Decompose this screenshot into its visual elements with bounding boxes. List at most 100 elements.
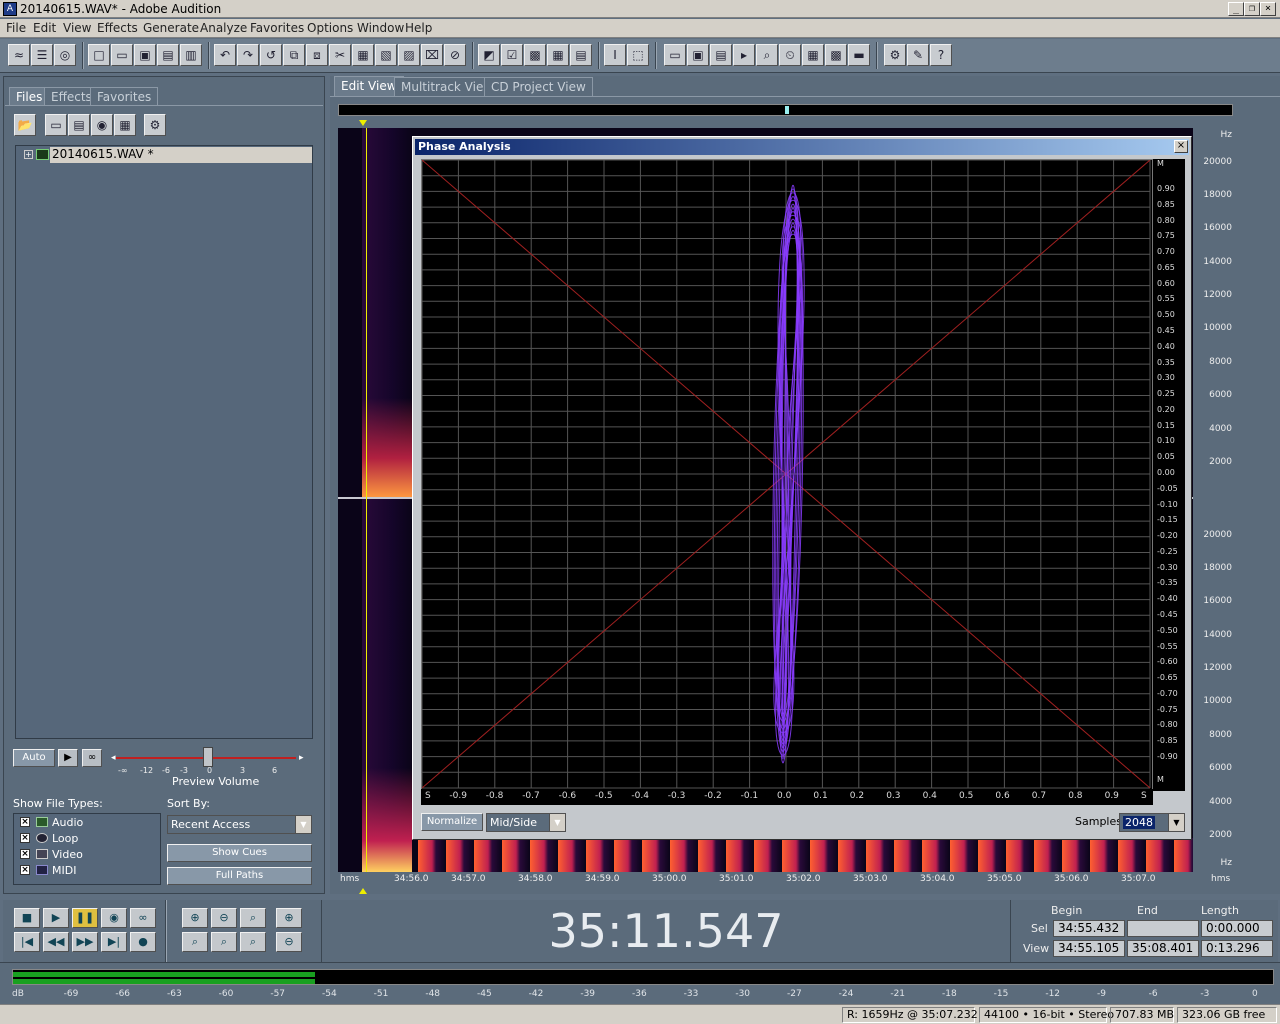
zoom-out-vertical-icon[interactable]: ⊖ <box>276 932 302 952</box>
cursor-marker-icon[interactable] <box>359 120 367 126</box>
extract-audio-icon[interactable]: ◉ <box>91 114 113 136</box>
zoom-selection-icon[interactable]: ⌕ <box>182 932 208 952</box>
window-8-icon[interactable]: ▩ <box>825 44 847 66</box>
full-paths-button[interactable]: Full Paths <box>167 867 312 885</box>
menu-view[interactable]: View <box>63 21 91 35</box>
dialog-close-button[interactable]: × <box>1174 140 1188 153</box>
view-end-field[interactable]: 35:08.401 <box>1127 940 1199 957</box>
audio-checkbox[interactable]: × <box>20 817 30 827</box>
expand-icon[interactable]: + <box>24 150 33 159</box>
menu-edit[interactable]: Edit <box>33 21 56 35</box>
sel-end-field[interactable] <box>1127 920 1199 937</box>
open-file-icon[interactable]: ▭ <box>111 44 133 66</box>
menu-file[interactable]: File <box>6 21 26 35</box>
edit-view-icon[interactable]: ≈ <box>8 44 30 66</box>
normalize-button[interactable]: Normalize <box>421 813 483 831</box>
save-as-icon[interactable]: ▤ <box>157 44 179 66</box>
import-icon[interactable]: ▭ <box>45 114 67 136</box>
go-to-end-button[interactable]: ▶| <box>101 932 127 952</box>
paste-icon[interactable]: ▦ <box>352 44 374 66</box>
open-file-icon[interactable]: 📂 <box>14 114 36 136</box>
play-to-end-button[interactable]: ◉ <box>101 908 127 928</box>
window-7-icon[interactable]: ▦ <box>802 44 824 66</box>
chevron-down-icon[interactable]: ▼ <box>549 814 565 831</box>
menu-analyze[interactable]: Analyze <box>200 21 247 35</box>
audition-icon[interactable]: A <box>3 2 17 16</box>
chevron-down-icon[interactable]: ▼ <box>1168 814 1184 831</box>
overview-viewport[interactable] <box>785 106 789 114</box>
window-1-icon[interactable]: ▭ <box>664 44 686 66</box>
marquee-icon[interactable]: ⬚ <box>627 44 649 66</box>
paste-new-icon[interactable]: ▧ <box>375 44 397 66</box>
repeat-icon[interactable]: ↺ <box>260 44 282 66</box>
redo-icon[interactable]: ↷ <box>237 44 259 66</box>
multitrack-view-icon[interactable]: ☰ <box>31 44 53 66</box>
mode-select[interactable]: Mid/Side ▼ <box>486 813 566 832</box>
window-4-icon[interactable]: ▸ <box>733 44 755 66</box>
copy-icon[interactable]: ⧉ <box>283 44 305 66</box>
new-file-icon[interactable]: □ <box>88 44 110 66</box>
window-9-icon[interactable]: ▬ <box>848 44 870 66</box>
time-ruler[interactable]: hms 34:56.0 34:57.0 34:58.0 34:59.0 35:0… <box>338 872 1235 888</box>
help-icon[interactable]: ? <box>930 44 952 66</box>
options-icon[interactable]: ⚙ <box>144 114 166 136</box>
file-item[interactable]: 20140615.WAV * <box>50 147 312 163</box>
dialog-title-bar[interactable]: Phase Analysis <box>415 139 1189 155</box>
view-length-field[interactable]: 0:13.296 <box>1201 940 1273 957</box>
pause-button[interactable]: ❚❚ <box>72 908 98 928</box>
trim-icon[interactable]: ⌧ <box>421 44 443 66</box>
play-preview-icon[interactable]: ▶ <box>58 749 78 767</box>
tab-cd-project-view[interactable]: CD Project View <box>484 77 593 97</box>
zoom-right-icon[interactable]: ⌕ <box>240 932 266 952</box>
undo-icon[interactable]: ↶ <box>214 44 236 66</box>
cut-icon[interactable]: ✂ <box>329 44 351 66</box>
sel-begin-field[interactable]: 34:55.432 <box>1053 920 1125 937</box>
slider-right-arrow-icon[interactable]: ▸ <box>299 753 304 763</box>
auto-play-button[interactable]: Auto <box>13 749 55 767</box>
view-begin-field[interactable]: 34:55.105 <box>1053 940 1125 957</box>
window-2-icon[interactable]: ▣ <box>687 44 709 66</box>
cursor-marker-bottom-icon[interactable] <box>359 888 367 894</box>
menu-effects[interactable]: Effects <box>97 21 138 35</box>
play-button[interactable]: ▶ <box>43 908 69 928</box>
slider-left-arrow-icon[interactable]: ◂ <box>111 753 116 763</box>
time-selection-icon[interactable]: I <box>604 44 626 66</box>
midi-checkbox[interactable]: × <box>20 865 30 875</box>
copy-new-icon[interactable]: ⧈ <box>306 44 328 66</box>
settings-icon[interactable]: ⚙ <box>884 44 906 66</box>
edit-file-icon[interactable]: ▦ <box>114 114 136 136</box>
video-checkbox[interactable]: × <box>20 849 30 859</box>
rewind-button[interactable]: ◀◀ <box>43 932 69 952</box>
spectral-view-icon[interactable]: ◩ <box>478 44 500 66</box>
waveform-view-icon[interactable]: ☑ <box>501 44 523 66</box>
close-file-icon[interactable]: ▤ <box>68 114 90 136</box>
loop-checkbox[interactable]: × <box>20 833 30 843</box>
cd-view-icon[interactable]: ◎ <box>54 44 76 66</box>
record-button[interactable]: ● <box>130 932 156 952</box>
stop-button[interactable]: ■ <box>14 908 40 928</box>
tab-favorites[interactable]: Favorites <box>90 87 159 105</box>
window-3-icon[interactable]: ▤ <box>710 44 732 66</box>
save-selection-icon[interactable]: ▥ <box>180 44 202 66</box>
pitch-display-icon[interactable]: ▤ <box>570 44 592 66</box>
fast-forward-button[interactable]: ▶▶ <box>72 932 98 952</box>
mix-paste-icon[interactable]: ▨ <box>398 44 420 66</box>
sel-length-field[interactable]: 0:00.000 <box>1201 920 1273 937</box>
show-cues-button[interactable]: Show Cues <box>167 844 312 862</box>
sort-by-select[interactable]: Recent Access ▼ <box>167 815 312 834</box>
spectral-pan-icon[interactable]: ▩ <box>524 44 546 66</box>
window-5-icon[interactable]: ⌕ <box>756 44 778 66</box>
zoom-out-horizontal-icon[interactable]: ⊖ <box>211 908 237 928</box>
spectral-phase-icon[interactable]: ▦ <box>547 44 569 66</box>
menu-help[interactable]: Help <box>405 21 432 35</box>
save-icon[interactable]: ▣ <box>134 44 156 66</box>
go-to-start-button[interactable]: |◀ <box>14 932 40 952</box>
time-window-icon[interactable]: ⏲ <box>779 44 801 66</box>
script-icon[interactable]: ✎ <box>907 44 929 66</box>
menu-options[interactable]: Options <box>307 21 353 35</box>
restore-button[interactable]: ❐ <box>1244 2 1260 16</box>
menu-favorites[interactable]: Favorites <box>250 21 304 35</box>
overview-bar[interactable] <box>338 104 1233 116</box>
level-meter-bar[interactable] <box>12 969 1274 985</box>
loop-button[interactable]: ∞ <box>130 908 156 928</box>
